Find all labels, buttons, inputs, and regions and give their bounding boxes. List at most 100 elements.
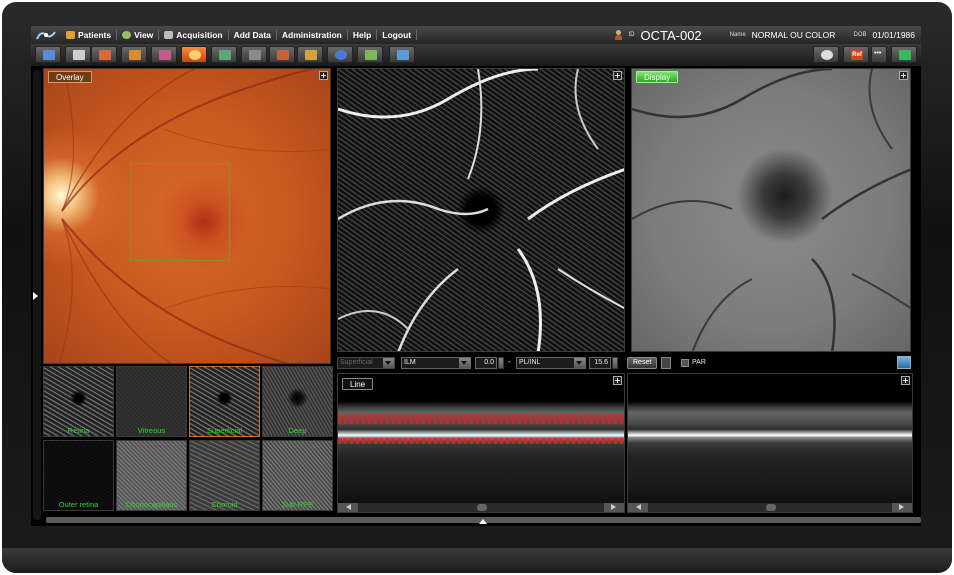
slab-thumbnail-label: Choriocapillaris	[125, 500, 178, 509]
bscan-structure-panel[interactable]	[627, 373, 913, 513]
menu-bar: Patients View Acquisition Add Data Admin…	[31, 26, 921, 44]
compare-button[interactable]	[241, 46, 267, 63]
more-button[interactable]: •••	[871, 46, 887, 63]
upper-offset-stepper[interactable]	[498, 357, 504, 369]
image-icon	[365, 50, 377, 60]
patient-dob-label: DOB	[853, 32, 867, 38]
slab-thumbnail[interactable]: Superficial	[189, 366, 260, 437]
octa-angiogram-panel[interactable]	[337, 68, 625, 352]
menu-acquisition[interactable]: Acquisition	[159, 30, 229, 40]
sync-icon[interactable]	[897, 356, 911, 369]
bscan-button[interactable]	[269, 46, 295, 63]
lower-offset-stepper[interactable]	[612, 357, 618, 369]
display-toggle[interactable]: Display	[636, 71, 679, 83]
report-button[interactable]	[211, 46, 237, 63]
slab-thumbnail-label: Sub-RPE	[281, 500, 314, 509]
slab-thumbnail[interactable]: Retina	[43, 366, 114, 437]
upper-offset-input[interactable]: 0.0	[475, 357, 497, 369]
save-button[interactable]	[35, 46, 61, 63]
slab-thumbnail-label: Deep	[288, 426, 307, 435]
export-button[interactable]	[91, 46, 117, 63]
menu-administration[interactable]: Administration	[277, 30, 348, 40]
arrow-right-icon[interactable]	[33, 292, 38, 300]
menu-view-label: View	[134, 30, 154, 40]
expand-icon[interactable]	[901, 376, 910, 385]
bscan-scrollbar[interactable]	[338, 503, 624, 512]
upper-layer-value: ILM	[404, 359, 416, 366]
arrow-right-icon	[611, 504, 616, 510]
patient-name: NORMAL OU COLOR	[751, 30, 836, 40]
chevron-down-icon[interactable]	[574, 358, 585, 368]
toolbar: Ref •••	[31, 44, 921, 66]
overlay-toggle[interactable]: Overlay	[48, 71, 92, 83]
patient-info: ID OCTA-002 Name NORMAL OU COLOR DOB 01/…	[615, 26, 915, 44]
print-button[interactable]	[65, 46, 91, 63]
slab-thumbnail[interactable]: Deep	[262, 366, 333, 437]
menu-logout-label: Logout	[382, 30, 412, 40]
expand-icon[interactable]	[613, 376, 622, 385]
layout-button[interactable]	[121, 46, 147, 63]
reset-button[interactable]: Reset	[627, 357, 658, 369]
expand-icon[interactable]	[319, 71, 328, 80]
image-button[interactable]	[357, 46, 383, 63]
angio-vessels	[338, 69, 624, 351]
analysis-button[interactable]	[297, 46, 323, 63]
chevron-down-icon[interactable]	[459, 358, 470, 368]
upper-layer-select[interactable]: ILM	[401, 357, 471, 369]
slab-thumbnail[interactable]: Sub-RPE	[262, 440, 333, 511]
patients-icon	[66, 31, 75, 39]
slab-thumbnail-label: Retina	[67, 426, 90, 435]
contrast-icon[interactable]	[661, 357, 671, 369]
scroll-thumb[interactable]	[766, 504, 776, 511]
lower-offset-value: 15.6	[594, 359, 608, 366]
slab-thumbnail[interactable]: Choroid	[189, 440, 260, 511]
enface-image-panel[interactable]: Display	[631, 68, 911, 352]
grid-button[interactable]	[151, 46, 177, 63]
bscan-flow-panel[interactable]: Line	[337, 373, 625, 513]
camera-icon	[164, 31, 174, 39]
bscan-scrollbar[interactable]	[628, 503, 912, 512]
chevron-down-icon[interactable]	[383, 358, 394, 368]
document-button[interactable]	[389, 46, 415, 63]
menu-add-data[interactable]: Add Data	[229, 30, 277, 40]
enface-vessels	[632, 69, 910, 351]
eye-view-button[interactable]	[813, 46, 839, 63]
arrow-up-icon[interactable]	[479, 519, 487, 524]
menu-help[interactable]: Help	[348, 30, 378, 40]
lower-layer-select[interactable]: PL/INL	[516, 357, 586, 369]
angio-button[interactable]	[181, 46, 207, 63]
ref-button[interactable]: Ref	[843, 46, 869, 63]
menu-patients[interactable]: Patients	[61, 30, 118, 40]
expand-icon[interactable]	[899, 71, 908, 80]
line-toggle[interactable]: Line	[342, 378, 374, 390]
par-checkbox[interactable]	[681, 359, 689, 367]
slab-thumbnail[interactable]: Choriocapillaris	[116, 440, 187, 511]
globe-button[interactable]	[327, 46, 353, 63]
lower-offset-input[interactable]: 15.6	[589, 357, 611, 369]
eye-icon	[821, 50, 833, 60]
slab-select[interactable]: Superficial	[337, 357, 395, 369]
save-icon	[43, 50, 55, 60]
patient-name-label: Name	[729, 32, 746, 38]
ref-icon: Ref	[851, 50, 863, 60]
menu-view[interactable]: View	[117, 30, 160, 40]
chart-button[interactable]	[891, 46, 917, 63]
slab-select-value: Superficial	[340, 359, 373, 366]
app-logo-icon[interactable]	[35, 28, 57, 42]
scroll-thumb[interactable]	[477, 504, 487, 511]
compare-icon	[249, 50, 261, 60]
app-screen: Patients View Acquisition Add Data Admin…	[31, 26, 921, 526]
layout-icon	[129, 50, 141, 60]
menu-logout[interactable]: Logout	[377, 30, 418, 40]
expand-icon[interactable]	[613, 71, 622, 80]
fundus-image-panel[interactable]: Overlay	[43, 68, 331, 364]
slab-thumbnail[interactable]: Vitreous	[116, 366, 187, 437]
menu-help-label: Help	[352, 30, 372, 40]
arrow-right-icon	[899, 504, 904, 510]
scan-area-box[interactable]	[130, 163, 230, 261]
menu-patients-label: Patients	[78, 30, 112, 40]
slab-thumbnail-label: Superficial	[206, 426, 243, 435]
report-icon	[219, 50, 231, 60]
monitor-bottom-bar	[2, 548, 952, 573]
slab-thumbnail[interactable]: Outer retina	[43, 440, 114, 511]
